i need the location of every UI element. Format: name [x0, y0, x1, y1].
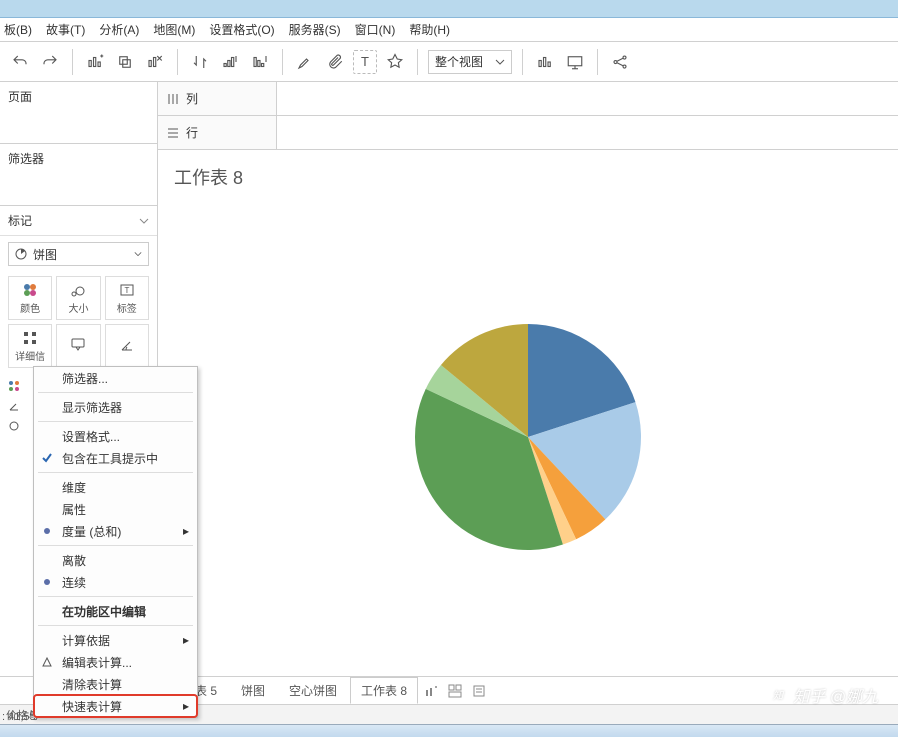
svg-text:知: 知 — [773, 690, 785, 702]
rows-shelf[interactable]: 行 — [158, 116, 898, 150]
mark-color[interactable]: 颜色 — [8, 276, 52, 320]
menu-format[interactable]: 设置格式(O) — [209, 21, 274, 38]
ctx-属性[interactable]: 属性 — [34, 498, 197, 520]
ctx-维度[interactable]: 维度 — [34, 476, 197, 498]
mark-angle[interactable] — [105, 324, 149, 368]
chevron-down-icon[interactable] — [139, 216, 149, 226]
duplicate-button[interactable] — [113, 50, 137, 74]
menu-bar: 板(B) 故事(T) 分析(A) 地图(M) 设置格式(O) 服务器(S) 窗口… — [0, 18, 898, 42]
columns-icon — [166, 92, 180, 106]
sort-desc-button[interactable] — [248, 50, 272, 74]
fit-select[interactable]: 整个视图 — [428, 50, 512, 74]
show-me-button[interactable] — [533, 50, 557, 74]
menu-story[interactable]: 故事(T) — [46, 21, 85, 38]
pages-panel: 页面 — [0, 82, 157, 144]
viz-canvas[interactable] — [158, 198, 898, 676]
menu-map[interactable]: 地图(M) — [153, 21, 195, 38]
filters-header: 筛选器 — [0, 144, 157, 173]
attach-button[interactable] — [323, 50, 347, 74]
ctx-离散[interactable]: 离散 — [34, 549, 197, 571]
ctx-快速表计算[interactable]: 快速表计算▸ — [34, 695, 197, 717]
new-sheet-button[interactable] — [420, 681, 442, 701]
new-worksheet-button[interactable] — [83, 50, 107, 74]
pie-icon — [15, 248, 27, 260]
share-button[interactable] — [608, 50, 632, 74]
size-icon — [70, 282, 86, 298]
mark-tooltip[interactable] — [56, 324, 100, 368]
swap-button[interactable] — [188, 50, 212, 74]
filters-panel: 筛选器 — [0, 144, 157, 206]
menu-window[interactable]: 窗口(N) — [355, 21, 396, 38]
menu-help[interactable]: 帮助(H) — [409, 21, 450, 38]
watermark: 知 知乎 @娜九 — [769, 683, 878, 707]
clear-button[interactable] — [143, 50, 167, 74]
mark-detail[interactable]: 详细信 — [8, 324, 52, 368]
chevron-down-icon — [134, 250, 142, 258]
detail-icon — [22, 330, 38, 346]
pin-button[interactable] — [383, 50, 407, 74]
ctx-筛选器...[interactable]: 筛选器... — [34, 367, 197, 389]
presentation-button[interactable] — [563, 50, 587, 74]
ctx-在功能区中编辑[interactable]: 在功能区中编辑 — [34, 600, 197, 622]
tab-pie[interactable]: 饼图 — [230, 677, 276, 704]
angle-icon — [119, 337, 135, 353]
status-value: : 41,55 — [2, 711, 36, 723]
ctx-度量 (总和)[interactable]: 度量 (总和)▸ — [34, 520, 197, 542]
undo-button[interactable] — [8, 50, 32, 74]
toolbar: T 整个视图 — [0, 42, 898, 82]
highlight-button[interactable] — [293, 50, 317, 74]
sheet-title[interactable]: 工作表 8 — [158, 150, 898, 198]
svg-text:T: T — [124, 286, 129, 295]
sort-asc-button[interactable] — [218, 50, 242, 74]
columns-shelf[interactable]: 列 — [158, 82, 898, 116]
new-story-button[interactable] — [468, 681, 490, 701]
mark-size[interactable]: 大小 — [56, 276, 100, 320]
context-menu: 筛选器... 显示筛选器设置格式...包含在工具提示中维度属性度量 (总和)▸ 离散… — [33, 366, 198, 718]
mark-label[interactable]: T 标签 — [105, 276, 149, 320]
ctx-编辑表计算...[interactable]: 编辑表计算... — [34, 651, 197, 673]
tab-donut[interactable]: 空心饼图 — [278, 677, 348, 704]
ctx-清除表计算[interactable]: 清除表计算 — [34, 673, 197, 695]
rows-icon — [166, 126, 180, 140]
redo-button[interactable] — [38, 50, 62, 74]
pages-header: 页面 — [0, 82, 157, 111]
menu-analysis[interactable]: 分析(A) — [99, 21, 139, 38]
zhihu-icon: 知 — [769, 686, 787, 704]
ctx-计算依据[interactable]: 计算依据▸ — [34, 629, 197, 651]
text-button[interactable]: T — [353, 50, 377, 74]
menu-server[interactable]: 服务器(S) — [289, 21, 341, 38]
ctx-显示筛选器[interactable]: 显示筛选器 — [34, 396, 197, 418]
marks-header: 标记 — [8, 212, 32, 229]
ctx-设置格式...[interactable]: 设置格式... — [34, 425, 197, 447]
ctx-包含在工具提示中[interactable]: 包含在工具提示中 — [34, 447, 197, 469]
color-icon — [22, 282, 38, 298]
menu-dashboard[interactable]: 板(B) — [4, 21, 32, 38]
tooltip-icon — [70, 337, 86, 353]
tab-sheet-8[interactable]: 工作表 8 — [350, 677, 418, 704]
chevron-down-icon — [495, 57, 505, 67]
pie-chart — [413, 322, 643, 552]
title-bar — [0, 0, 898, 18]
ctx-连续[interactable]: 连续 — [34, 571, 197, 593]
label-icon: T — [119, 282, 135, 298]
mark-type-select[interactable]: 饼图 — [8, 242, 149, 266]
new-dashboard-button[interactable] — [444, 681, 466, 701]
os-taskbar — [0, 724, 898, 737]
